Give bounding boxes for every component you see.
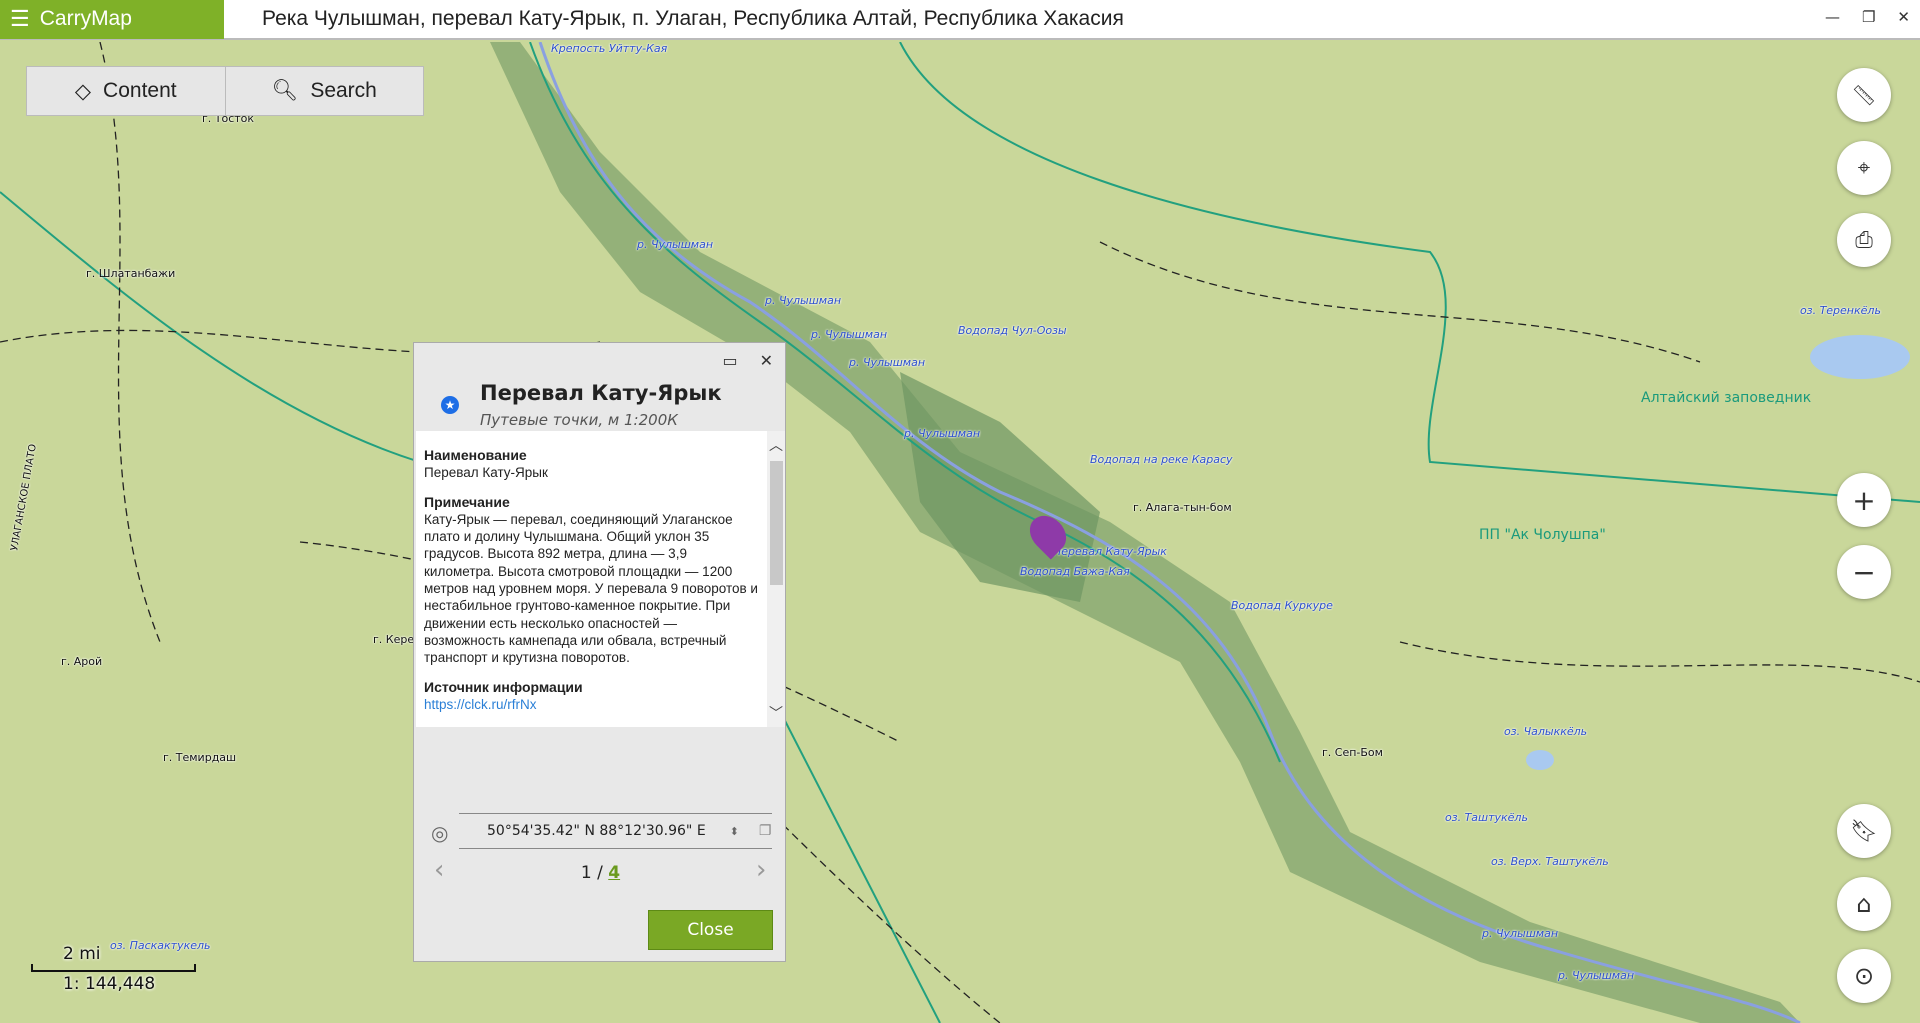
map-label: оз. Таштукёль xyxy=(1445,811,1528,824)
field-label: Наименование xyxy=(424,447,527,463)
map-label: р. Чулышман xyxy=(637,238,714,251)
field-label: Примечание xyxy=(424,493,510,510)
next-icon[interactable]: › xyxy=(756,855,766,885)
page-current: 1 / xyxy=(580,863,609,883)
zoom-out-icon: − xyxy=(1852,555,1876,589)
page-total-link[interactable]: 4 xyxy=(608,863,620,883)
content-button[interactable]: ◇ Content xyxy=(27,67,226,115)
popup-subtitle: Путевые точки, м 1:200К xyxy=(480,411,678,429)
add-place-icon: ⌖ xyxy=(1857,155,1871,181)
zoom-out-button[interactable]: − xyxy=(1837,545,1891,599)
popup-scrollbar[interactable]: ︿ ﹀ xyxy=(767,431,785,727)
add-place-button[interactable]: ⌖ xyxy=(1837,141,1891,195)
map-label: р. Чулышман xyxy=(1482,927,1559,940)
map-label: Водопад Куркуре xyxy=(1231,599,1333,612)
content-label: Content xyxy=(103,79,177,102)
close-popup-icon[interactable]: ✕ xyxy=(760,351,773,370)
my-location-button[interactable]: ⊙ xyxy=(1837,949,1891,1003)
restore-icon[interactable]: ❐ xyxy=(1862,8,1875,26)
map-label: г. Сеп-Бом xyxy=(1322,746,1383,759)
scale-bar xyxy=(31,964,196,972)
app-name: CarryMap xyxy=(39,7,132,30)
close-button[interactable]: Close xyxy=(648,910,773,950)
map-label: р. Чулышман xyxy=(765,294,842,307)
my-location-icon: ⊙ xyxy=(1853,962,1875,990)
waypoint-star-icon: ★ xyxy=(441,396,459,414)
map-label: р. Чулышман xyxy=(849,356,926,369)
map-label: Крепость Уйтту-Кая xyxy=(551,42,668,55)
bookmark-icon: 🔖︎ xyxy=(1850,818,1878,844)
map-label: оз. Верх. Таштукёль xyxy=(1491,855,1609,868)
scale-ratio: 1: 144,448 xyxy=(63,974,156,994)
map-label: р. Чулышман xyxy=(1558,969,1635,982)
popup-title: Перевал Кату-Ярык xyxy=(480,381,722,405)
search-label: Search xyxy=(310,79,377,102)
scroll-up-icon[interactable]: ︿ xyxy=(769,435,783,455)
pager: 1 / 4 xyxy=(414,863,787,883)
map-label: Водопад Бажа-Кая xyxy=(1020,565,1130,578)
map-label: г. Шлатанбажи xyxy=(86,267,176,280)
map-label: Перевал Кату-Ярык xyxy=(1053,545,1167,558)
title-bar: ☰ CarryMap Река Чулышман, перевал Кату-Яр… xyxy=(0,0,1920,40)
field-label: Источник информации xyxy=(424,678,583,695)
map-label: г. Темирдаш xyxy=(163,751,237,764)
scroll-down-icon[interactable]: ﹀ xyxy=(769,703,783,723)
map-label: оз. Чалыккёль xyxy=(1504,725,1588,738)
close-window-icon[interactable]: ✕ xyxy=(1897,8,1910,26)
map-label: г. Алага-тын-бом xyxy=(1133,501,1232,514)
map-label: Водопад на реке Карасу xyxy=(1090,453,1233,466)
map-label: р. Чулышман xyxy=(904,427,981,440)
feature-popup: ▭ ✕ ★ Перевал Кату-Ярык Путевые точки, м … xyxy=(413,342,786,962)
source-link[interactable]: https://clck.ru/rfrNx xyxy=(424,697,537,712)
map-label: г. Арой xyxy=(61,655,103,668)
home-icon: ⌂ xyxy=(1856,890,1872,918)
maximize-popup-icon[interactable]: ▭ xyxy=(722,351,737,370)
map-label: оз. Теренкёль xyxy=(1800,304,1881,317)
measure-button[interactable]: 📏︎ xyxy=(1837,68,1891,122)
copy-icon[interactable]: ❐ xyxy=(759,823,772,839)
coordinates-field[interactable]: 50°54'35.42" N 88°12'30.96" E ⬍ ❐ xyxy=(459,813,772,849)
scroll-thumb[interactable] xyxy=(770,461,783,585)
app-menu-button[interactable]: ☰ CarryMap xyxy=(0,0,224,39)
map-label: р. Чулышман xyxy=(811,328,888,341)
popup-attributes: Наименование Перевал Кату-Ярык Примечани… xyxy=(416,431,767,727)
search-button[interactable]: 🔍︎ Search xyxy=(226,67,424,115)
zoom-in-button[interactable]: + xyxy=(1837,473,1891,527)
bookmarks-button[interactable]: 🔖︎ xyxy=(1837,804,1891,858)
map-canvas[interactable]: Крепость Уйтту-Кая г. Тосток г. Шлатанба… xyxy=(0,42,1920,1023)
hamburger-icon: ☰ xyxy=(10,6,30,31)
scale-distance: 2 mi xyxy=(63,944,101,964)
main-toolbar: ◇ Content 🔍︎ Search xyxy=(26,66,424,116)
coordinates-value: 50°54'35.42" N 88°12'30.96" E xyxy=(487,823,706,839)
ruler-icon: 📏︎ xyxy=(1851,83,1877,107)
zoom-in-icon: + xyxy=(1852,483,1876,517)
map-label: Алтайский заповедник xyxy=(1641,390,1812,406)
field-value: Перевал Кату-Ярык xyxy=(424,465,548,481)
locate-icon[interactable]: ◎ xyxy=(431,821,448,845)
minimize-icon[interactable]: — xyxy=(1825,8,1840,26)
map-scale: 2 mi 1: 144,448 xyxy=(31,944,196,994)
map-label: Водопад Чул-Оозы xyxy=(958,324,1067,337)
map-terrain xyxy=(0,42,1920,1023)
map-label: ПП "Ак Чолушпа" xyxy=(1479,527,1606,543)
window-title: Река Чулышман, перевал Кату-Ярык, п. Ула… xyxy=(262,7,1124,30)
home-button[interactable]: ⌂ xyxy=(1837,877,1891,931)
print-icon: ⎙ xyxy=(1855,227,1873,253)
layers-icon: ◇ xyxy=(74,79,92,103)
coordinate-format-icon[interactable]: ⬍ xyxy=(730,825,739,838)
print-button[interactable]: ⎙ xyxy=(1837,213,1891,267)
search-icon: 🔍︎ xyxy=(271,79,299,102)
field-value: Кату-Ярык — перевал, соединяющий Улаганс… xyxy=(424,511,758,666)
